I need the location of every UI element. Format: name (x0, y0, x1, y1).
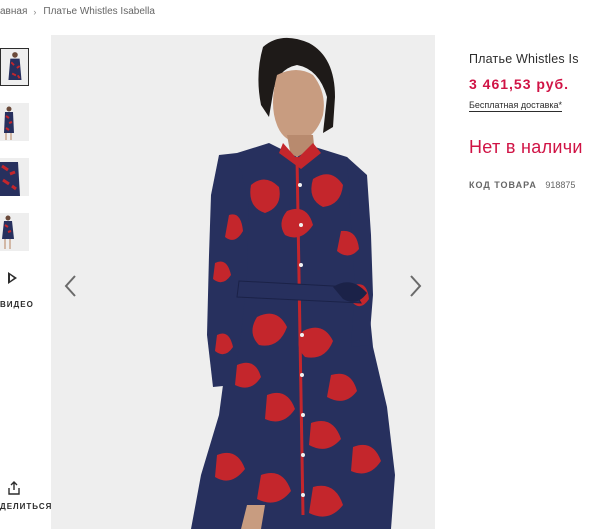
video-label: ВИДЕО (0, 300, 34, 309)
play-icon (8, 272, 17, 284)
chevron-left-icon[interactable] (61, 273, 81, 299)
thumbnail-3[interactable] (0, 158, 29, 196)
product-photo (51, 35, 435, 529)
product-title: Платье Whistles Is (469, 52, 579, 66)
product-code-label: КОД ТОВАРА (469, 180, 537, 190)
product-info: Платье Whistles Is 3 461,53 руб. Бесплат… (469, 52, 594, 190)
product-price: 3 461,53 руб. (469, 76, 570, 92)
breadcrumb-separator: › (33, 6, 37, 17)
thumbnail-4[interactable] (0, 213, 29, 251)
thumbnail-2[interactable] (0, 103, 29, 141)
breadcrumb: авная › Платье Whistles Isabella (0, 6, 155, 17)
share-label: ДЕЛИТЬСЯ (0, 502, 53, 511)
share-icon (8, 481, 20, 495)
product-main-image[interactable] (51, 35, 435, 529)
thumbnail-1[interactable] (0, 48, 29, 86)
product-code-value: 918875 (545, 180, 576, 190)
free-delivery-link[interactable]: Бесплатная доставка* (469, 100, 563, 112)
breadcrumb-home[interactable]: авная (0, 6, 27, 17)
product-code: КОД ТОВАРА 918875 (469, 180, 594, 190)
stock-status: Нет в наличи (469, 137, 583, 157)
chevron-right-icon[interactable] (405, 273, 425, 299)
breadcrumb-current: Платье Whistles Isabella (43, 6, 155, 17)
